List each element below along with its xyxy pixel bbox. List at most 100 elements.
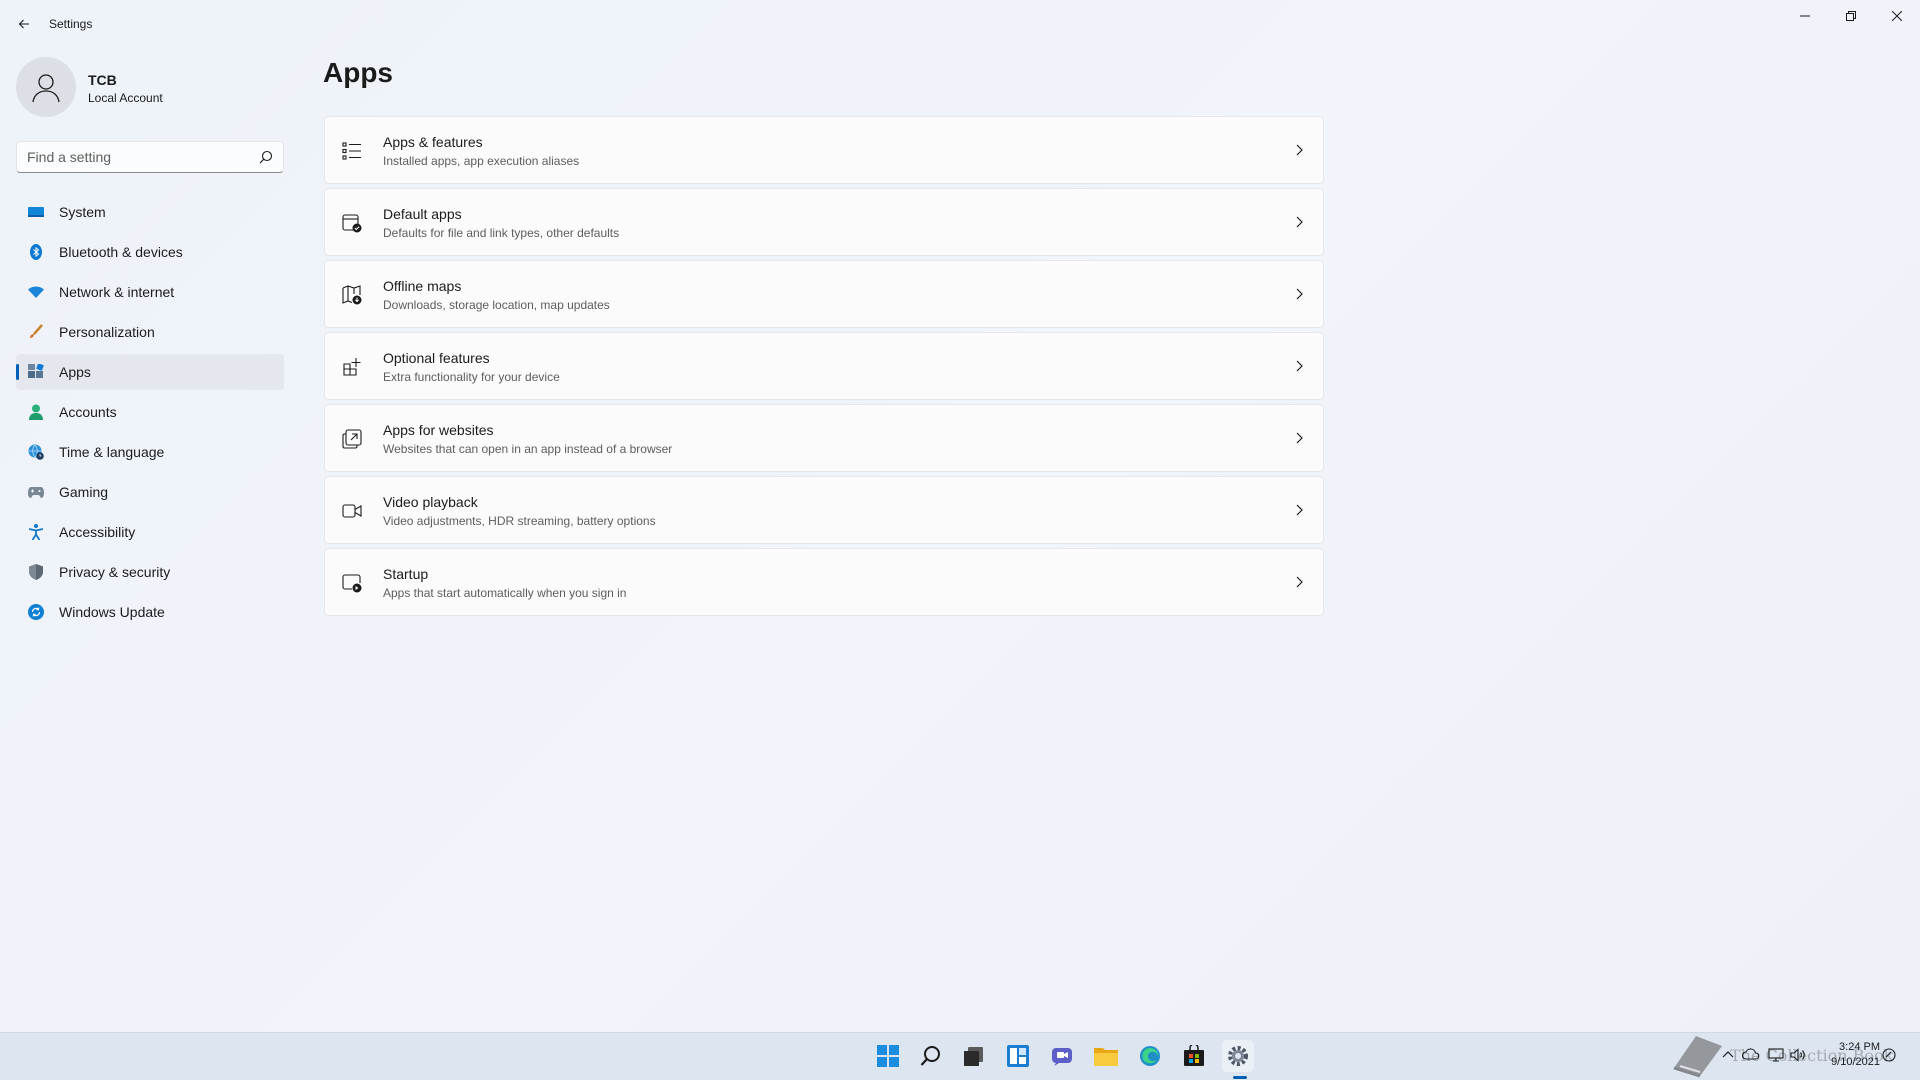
video-icon xyxy=(342,504,362,518)
sidebar-item-personalization[interactable]: Personalization xyxy=(16,314,284,350)
profile-account-type: Local Account xyxy=(88,91,163,105)
close-icon xyxy=(1892,11,1902,21)
network-tray-button[interactable] xyxy=(1768,1048,1784,1065)
sidebar-item-network[interactable]: Network & internet xyxy=(16,274,284,310)
default-apps-icon xyxy=(342,214,362,233)
settings-taskbar-button[interactable] xyxy=(1222,1040,1254,1072)
edge-button[interactable] xyxy=(1134,1040,1166,1072)
open-external-icon xyxy=(342,429,362,449)
sidebar-item-label: Network & internet xyxy=(59,284,175,300)
settings-icon xyxy=(1228,1046,1248,1066)
clock-time: 3:24 PM xyxy=(1839,1041,1880,1053)
title-bar: Settings xyxy=(0,0,1920,48)
card-title: Startup xyxy=(383,566,429,582)
taskbar-clock[interactable]: 3:24 PM 9/10/2021 xyxy=(1831,1040,1880,1070)
back-button[interactable] xyxy=(10,12,38,36)
card-subtitle: Installed apps, app execution aliases xyxy=(383,154,580,168)
search-input[interactable] xyxy=(27,142,257,172)
settings-window: Settings TCB Local Account System Blueto… xyxy=(0,0,1920,1032)
chevron-up-icon xyxy=(1722,1051,1734,1058)
search-icon xyxy=(920,1046,940,1066)
volume-icon xyxy=(1790,1048,1805,1062)
map-icon xyxy=(342,285,362,305)
clock-date: 9/10/2021 xyxy=(1831,1056,1880,1068)
card-title: Default apps xyxy=(383,206,462,222)
chevron-right-icon xyxy=(1296,360,1303,372)
list-icon xyxy=(342,142,361,160)
store-icon xyxy=(1184,1045,1204,1066)
card-apps-for-websites[interactable]: Apps for websites Websites that can open… xyxy=(324,404,1324,472)
person-icon xyxy=(28,404,44,420)
sidebar-item-accessibility[interactable]: Accessibility xyxy=(16,514,284,550)
app-title: Settings xyxy=(49,17,93,31)
sidebar-item-label: Accessibility xyxy=(59,524,136,540)
chevron-right-icon xyxy=(1296,144,1303,156)
chevron-right-icon xyxy=(1296,432,1303,444)
cloud-icon xyxy=(1741,1048,1760,1060)
card-title: Offline maps xyxy=(383,278,462,294)
sidebar-item-label: Apps xyxy=(59,364,91,380)
sidebar-item-time-language[interactable]: Time & language xyxy=(16,434,284,470)
accessibility-icon xyxy=(28,524,44,540)
task-view-button[interactable] xyxy=(958,1040,990,1072)
sidebar-item-bluetooth[interactable]: Bluetooth & devices xyxy=(16,234,284,270)
restore-button[interactable] xyxy=(1828,0,1874,32)
card-offline-maps[interactable]: Offline maps Downloads, storage location… xyxy=(324,260,1324,328)
sidebar-item-accounts[interactable]: Accounts xyxy=(16,394,284,430)
back-arrow-icon xyxy=(18,19,29,29)
close-button[interactable] xyxy=(1874,0,1920,32)
watermark-book-icon xyxy=(1673,1036,1722,1078)
card-subtitle: Websites that can open in an app instead… xyxy=(383,442,673,456)
card-title: Apps for websites xyxy=(383,422,494,438)
start-button[interactable] xyxy=(872,1040,904,1072)
bluetooth-icon xyxy=(28,244,44,260)
system-icon xyxy=(28,204,44,220)
sidebar-item-privacy[interactable]: Privacy & security xyxy=(16,554,284,590)
sidebar-item-system[interactable]: System xyxy=(16,194,284,230)
onedrive-tray-button[interactable] xyxy=(1741,1048,1760,1063)
chevron-right-icon xyxy=(1296,504,1303,516)
sidebar-item-windows-update[interactable]: Windows Update xyxy=(16,594,284,630)
widgets-button[interactable] xyxy=(1002,1040,1034,1072)
sidebar-item-apps[interactable]: Apps xyxy=(16,354,284,390)
sidebar-item-label: Gaming xyxy=(59,484,109,500)
chevron-right-icon xyxy=(1296,576,1303,588)
active-app-indicator xyxy=(1233,1076,1247,1079)
update-icon xyxy=(28,604,44,620)
sidebar-item-gaming[interactable]: Gaming xyxy=(16,474,284,510)
brush-icon xyxy=(28,324,44,340)
user-icon xyxy=(32,74,60,103)
card-startup[interactable]: Startup Apps that start automatically wh… xyxy=(324,548,1324,616)
store-button[interactable] xyxy=(1178,1040,1210,1072)
card-video-playback[interactable]: Video playback Video adjustments, HDR st… xyxy=(324,476,1324,544)
file-explorer-button[interactable] xyxy=(1090,1040,1122,1072)
chat-button[interactable] xyxy=(1046,1040,1078,1072)
volume-tray-button[interactable] xyxy=(1790,1048,1806,1065)
card-subtitle: Downloads, storage location, map updates xyxy=(383,298,610,312)
chat-icon xyxy=(1052,1048,1072,1066)
sidebar-item-label: Bluetooth & devices xyxy=(59,244,183,260)
avatar[interactable] xyxy=(16,57,76,117)
card-optional-features[interactable]: Optional features Extra functionality fo… xyxy=(324,332,1324,400)
taskbar-search-button[interactable] xyxy=(915,1040,947,1072)
chevron-right-icon xyxy=(1296,216,1303,228)
sidebar-item-label: Time & language xyxy=(59,444,165,460)
task-view-icon xyxy=(964,1047,983,1066)
card-subtitle: Extra functionality for your device xyxy=(383,370,560,384)
search-icon[interactable] xyxy=(259,150,273,164)
sidebar-nav: System Bluetooth & devices Network & int… xyxy=(16,194,284,634)
card-apps-features[interactable]: Apps & features Installed apps, app exec… xyxy=(324,116,1324,184)
notification-icon xyxy=(1882,1048,1896,1062)
globe-clock-icon xyxy=(28,444,44,460)
shield-icon xyxy=(28,564,44,580)
file-explorer-icon xyxy=(1094,1048,1118,1066)
minimize-button[interactable] xyxy=(1782,0,1828,32)
search-box[interactable] xyxy=(16,141,284,173)
card-subtitle: Apps that start automatically when you s… xyxy=(383,586,627,600)
notification-button[interactable] xyxy=(1882,1048,1896,1065)
show-hidden-icons-button[interactable] xyxy=(1722,1048,1734,1062)
monitor-network-icon xyxy=(1768,1048,1784,1062)
chevron-right-icon xyxy=(1296,288,1303,300)
settings-list: Apps & features Installed apps, app exec… xyxy=(324,116,1324,620)
card-default-apps[interactable]: Default apps Defaults for file and link … xyxy=(324,188,1324,256)
